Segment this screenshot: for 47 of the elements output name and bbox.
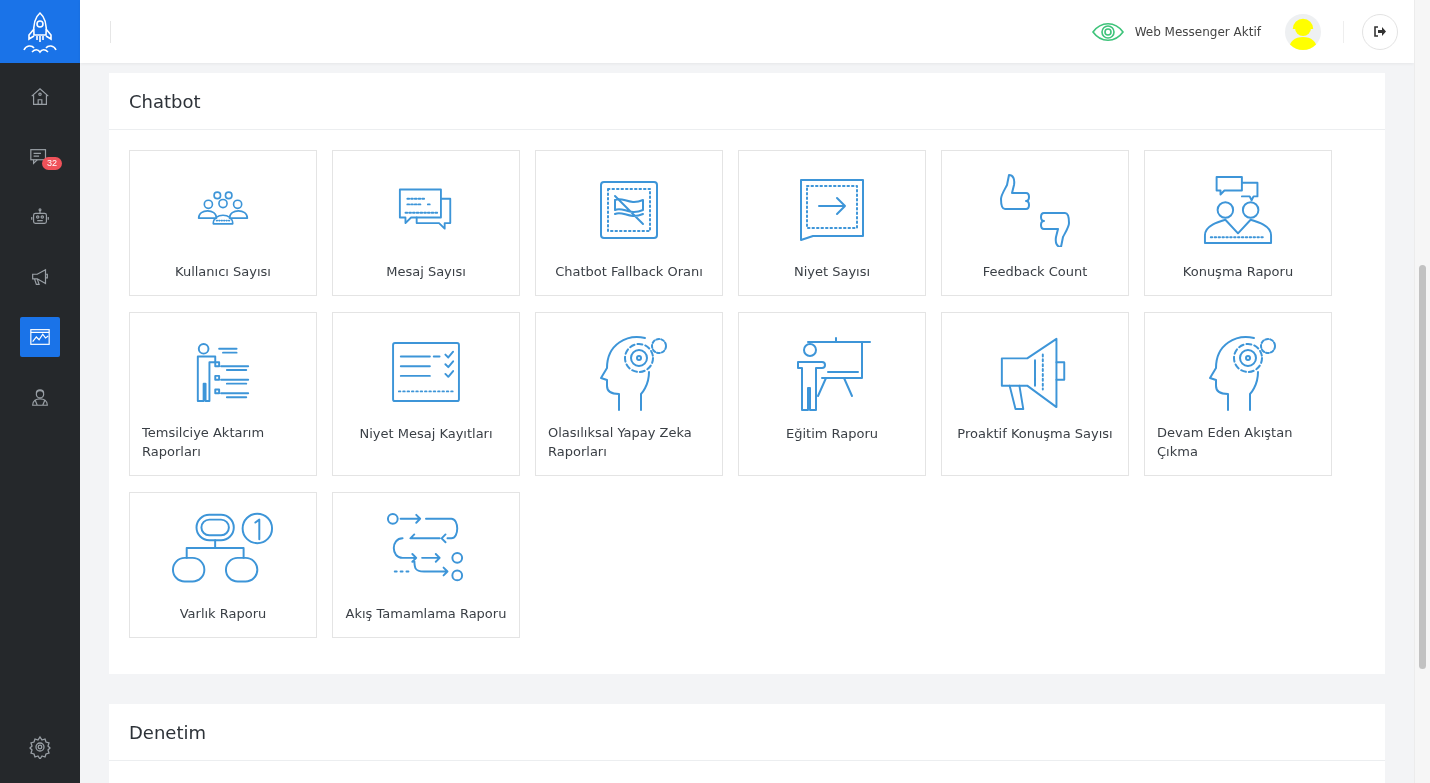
report-tile[interactable]: Kullanıcı Sayısı: [129, 150, 317, 296]
thumbs-icon: [999, 173, 1071, 247]
tile-label: Mesaj Sayısı: [386, 263, 466, 281]
home-icon: [29, 86, 51, 108]
count-badge: 32: [42, 157, 62, 170]
speech-arrow-icon: [799, 178, 865, 242]
report-tile[interactable]: Niyet Sayısı: [738, 150, 926, 296]
logout-icon: [1374, 26, 1386, 37]
tile-label: Temsilciye Aktarım Raporları: [142, 424, 266, 461]
checklist-icon: [391, 341, 461, 403]
section-title: Chatbot: [129, 90, 201, 112]
conversation-icon: [1203, 175, 1273, 245]
report-tile[interactable]: Mesaj Sayısı: [332, 150, 520, 296]
chart-icon: [29, 326, 51, 348]
tile-label: Eğitim Raporu: [785, 425, 879, 443]
eye-icon: [1090, 20, 1125, 43]
logout-button[interactable]: [1362, 13, 1398, 50]
report-tile[interactable]: Proaktif Konuşma Sayısı: [941, 312, 1129, 476]
rocket-logo[interactable]: [0, 0, 80, 63]
person-icon: [29, 386, 51, 408]
tile-label: Kullanıcı Sayısı: [175, 263, 271, 281]
report-tile[interactable]: Feedback Count: [941, 150, 1129, 296]
tile-label: Konuşma Raporu: [1182, 263, 1294, 281]
report-tile[interactable]: Devam Eden Akıştan Çıkma: [1144, 312, 1332, 476]
nav-item[interactable]: [20, 317, 60, 357]
tile-label: Feedback Count: [982, 263, 1088, 281]
tile-label: Varlık Raporu: [179, 605, 267, 623]
report-tile[interactable]: Olasılıksal Yapay Zeka Raporları: [535, 312, 723, 476]
report-tile[interactable]: Eğitim Raporu: [738, 312, 926, 476]
report-tile[interactable]: Chatbot Fallback Oranı: [535, 150, 723, 296]
megaphone-icon: [29, 266, 51, 288]
tile-label: Chatbot Fallback Oranı: [555, 263, 703, 281]
scrollbar-thumb[interactable]: [1419, 265, 1426, 669]
report-tile[interactable]: Varlık Raporu: [129, 492, 317, 638]
status-text: Web Messenger Aktif: [1134, 24, 1261, 39]
report-tile[interactable]: Konuşma Raporu: [1144, 150, 1332, 296]
tile-label: Niyet Sayısı: [793, 263, 871, 281]
tile-label: Niyet Mesaj Kayıtları: [359, 425, 493, 443]
section-title: Denetim: [129, 721, 206, 743]
report-tile[interactable]: Temsilciye Aktarım Raporları: [129, 312, 317, 476]
framed-flag-icon: [599, 180, 659, 240]
tile-label: Devam Eden Akıştan Çıkma: [1157, 424, 1294, 461]
tile-label: Olasılıksal Yapay Zeka Raporları: [548, 424, 693, 461]
report-tile[interactable]: Niyet Mesaj Kayıtları: [332, 312, 520, 476]
report-tile[interactable]: Akış Tamamlama Raporu: [332, 492, 520, 638]
tile-label: Proaktif Konuşma Sayısı: [957, 425, 1113, 443]
tile-label: Akış Tamamlama Raporu: [345, 605, 507, 623]
